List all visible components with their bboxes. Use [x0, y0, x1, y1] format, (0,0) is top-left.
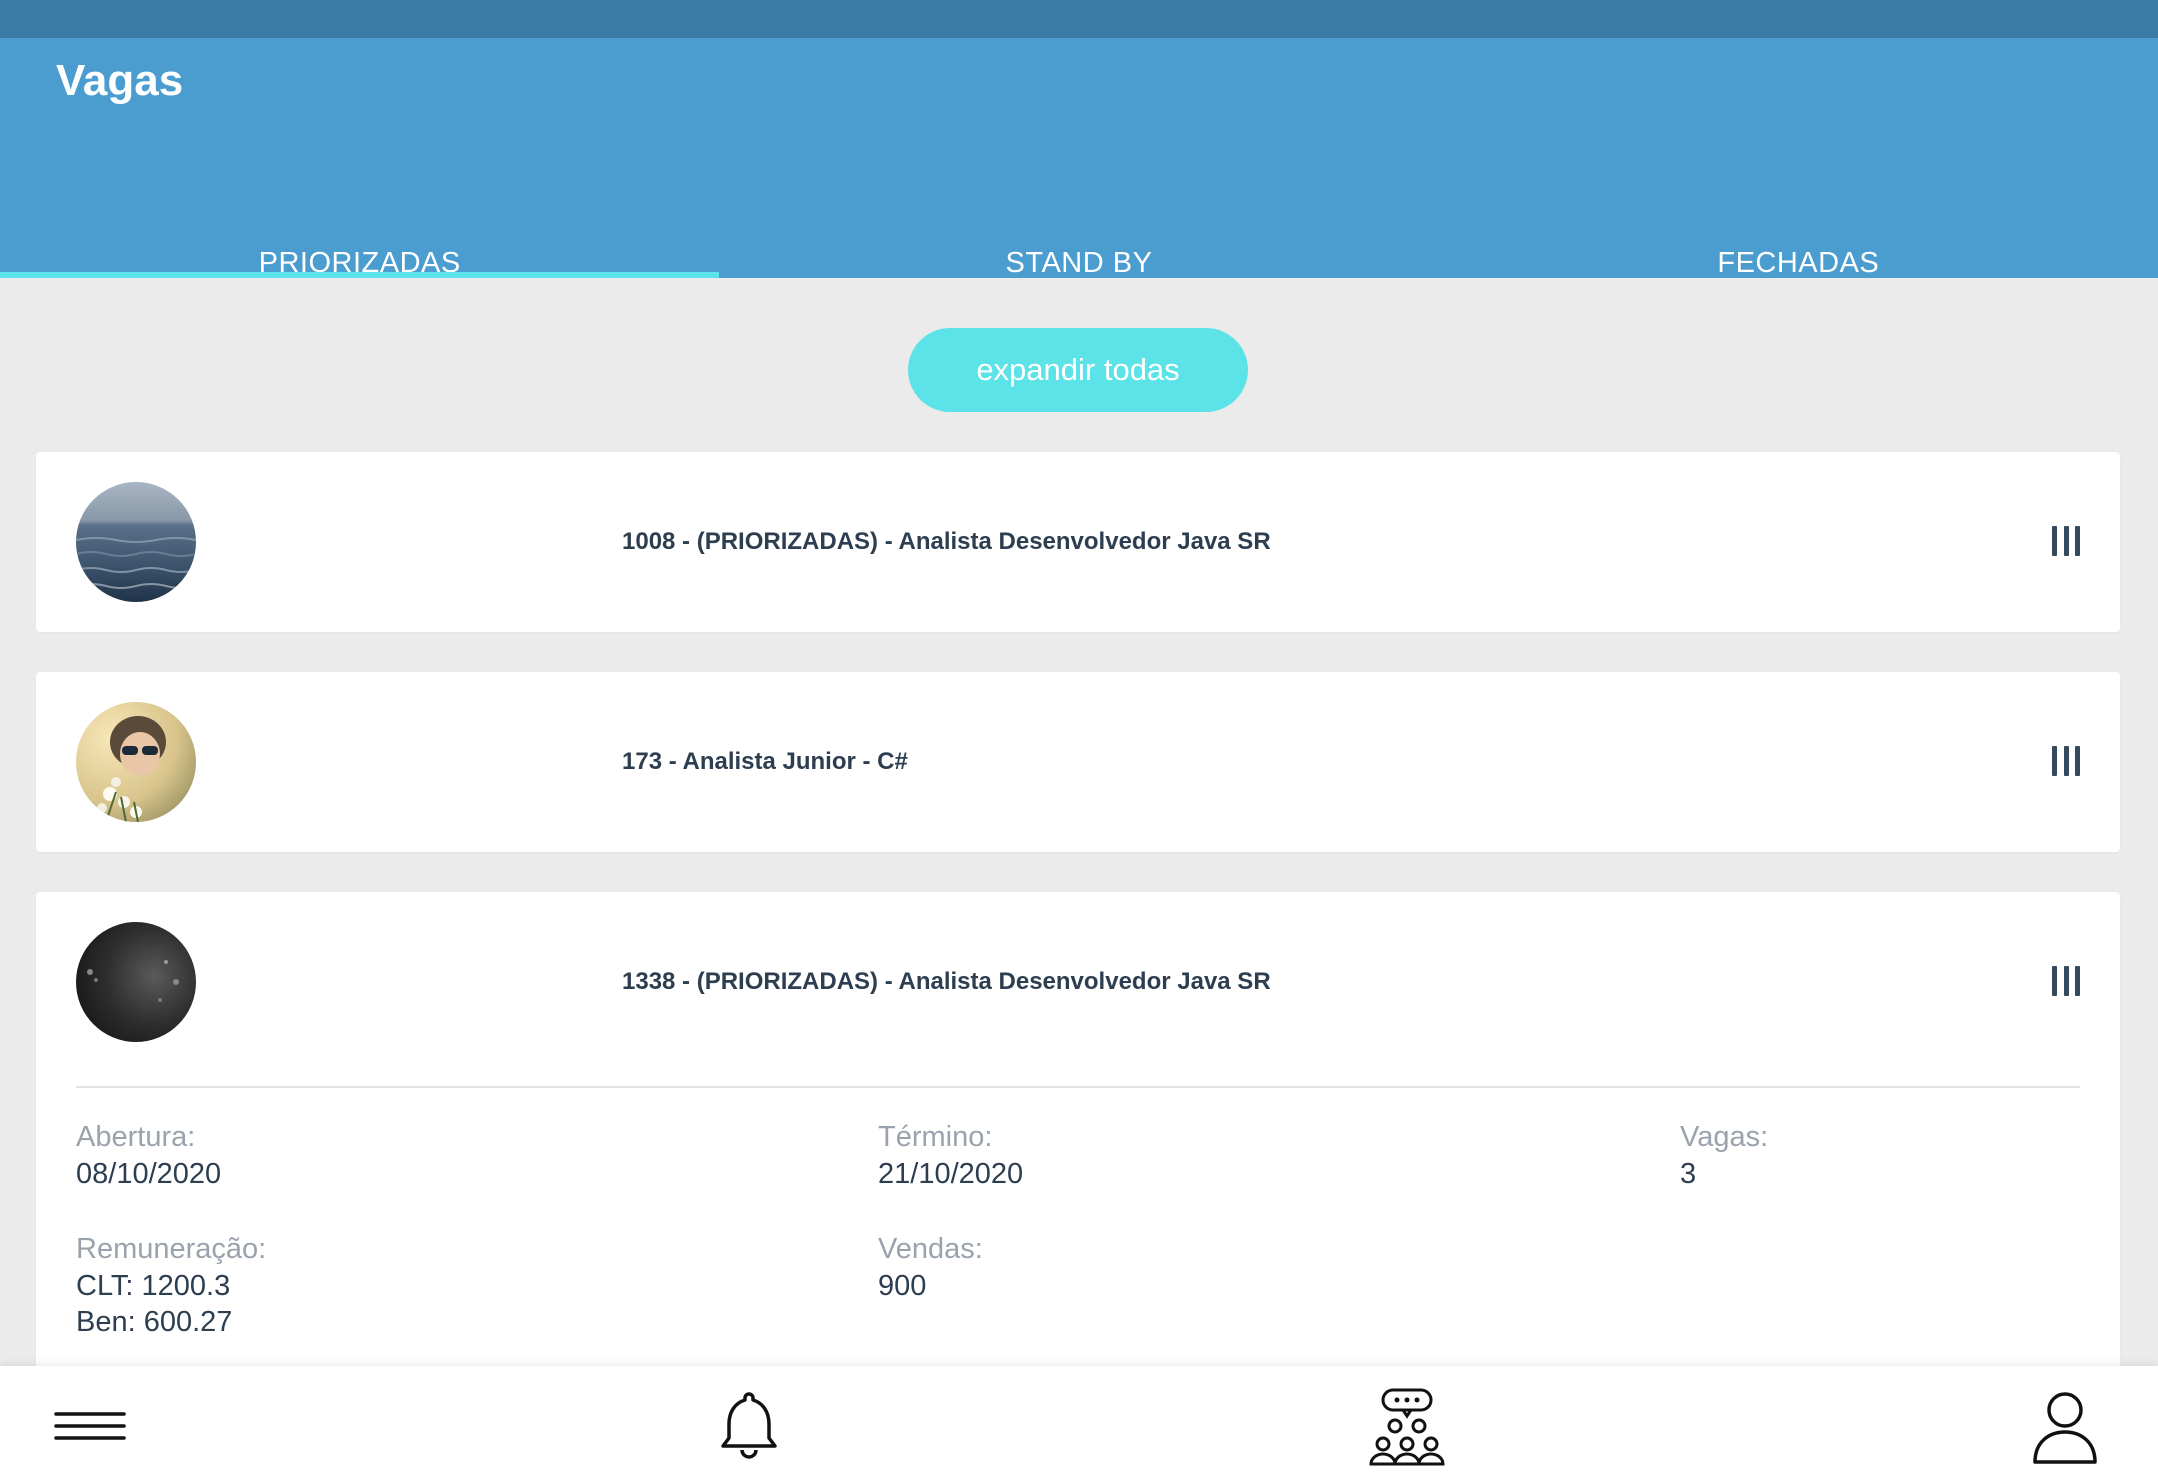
field-value-ben: Ben: 600.27 — [76, 1306, 233, 1338]
job-title: 1008 - (PRIORIZADAS) - Analista Desenvol… — [622, 528, 1271, 555]
divider — [76, 1086, 2080, 1088]
ocean-avatar — [76, 482, 196, 602]
field-value: 08/10/2020 — [76, 1158, 222, 1190]
field-label: Vagas: — [1680, 1121, 1769, 1153]
tab-label: FECHADAS — [1717, 247, 1880, 279]
tab-bar: PRIORIZADAS STAND BY FECHADAS — [0, 200, 2158, 279]
field-label: Remuneração: — [76, 1233, 267, 1265]
field-value: 900 — [878, 1270, 927, 1302]
drag-handle-icon[interactable] — [2052, 746, 2080, 776]
job-card-expanded[interactable]: 1338 - (PRIORIZADAS) - Analista Desenvol… — [36, 892, 2120, 1382]
active-tab-indicator — [0, 272, 720, 278]
field-label: Vendas: — [878, 1233, 983, 1265]
drag-handle-icon[interactable] — [2052, 526, 2080, 556]
status-bar — [0, 0, 2158, 38]
field-value-clt: CLT: 1200.3 — [76, 1270, 231, 1302]
job-card-header[interactable]: 1338 - (PRIORIZADAS) - Analista Desenvol… — [36, 892, 2120, 1072]
vagas-field: Vagas: 3 — [1680, 1118, 1768, 1192]
job-title: 1338 - (PRIORIZADAS) - Analista Desenvol… — [622, 968, 1271, 995]
drag-handle-icon[interactable] — [2052, 966, 2080, 996]
field-label: Término: — [878, 1121, 993, 1153]
vendas-field: Vendas: 900 — [878, 1230, 983, 1304]
user-icon[interactable] — [2025, 1386, 2105, 1466]
remuneracao-field: Remuneração: CLT: 1200.3 Ben: 600.27 — [76, 1230, 266, 1340]
field-label: Abertura: — [76, 1121, 196, 1153]
job-card-header[interactable]: 173 - Analista Junior - C# — [36, 672, 2120, 852]
tab-label: STAND BY — [1005, 247, 1153, 279]
field-value: 3 — [1680, 1158, 1697, 1190]
bottom-nav — [0, 1366, 2158, 1484]
job-card[interactable]: 1008 - (PRIORIZADAS) - Analista Desenvol… — [36, 452, 2120, 632]
job-card-header[interactable]: 1008 - (PRIORIZADAS) - Analista Desenvol… — [36, 452, 2120, 632]
tab-fechadas[interactable]: FECHADAS — [1439, 200, 2158, 279]
app-header: Vagas PRIORIZADAS STAND BY FECHADAS — [0, 38, 2158, 279]
group-chat-icon[interactable] — [1367, 1386, 1447, 1466]
expand-all-button[interactable]: expandir todas — [908, 328, 1248, 412]
job-title: 173 - Analista Junior - C# — [622, 748, 908, 775]
field-value: 21/10/2020 — [878, 1158, 1024, 1190]
abertura-field: Abertura: 08/10/2020 — [76, 1118, 221, 1192]
termino-field: Término: 21/10/2020 — [878, 1118, 1023, 1192]
job-card[interactable]: 173 - Analista Junior - C# — [36, 672, 2120, 852]
tab-stand-by[interactable]: STAND BY — [719, 200, 1438, 279]
page-title: Vagas — [56, 56, 184, 105]
menu-icon[interactable] — [50, 1386, 130, 1466]
woman-sunglasses-avatar — [76, 702, 196, 822]
bell-icon[interactable] — [709, 1386, 789, 1466]
dark-avatar — [76, 922, 196, 1042]
tab-priorizadas[interactable]: PRIORIZADAS — [0, 200, 720, 279]
